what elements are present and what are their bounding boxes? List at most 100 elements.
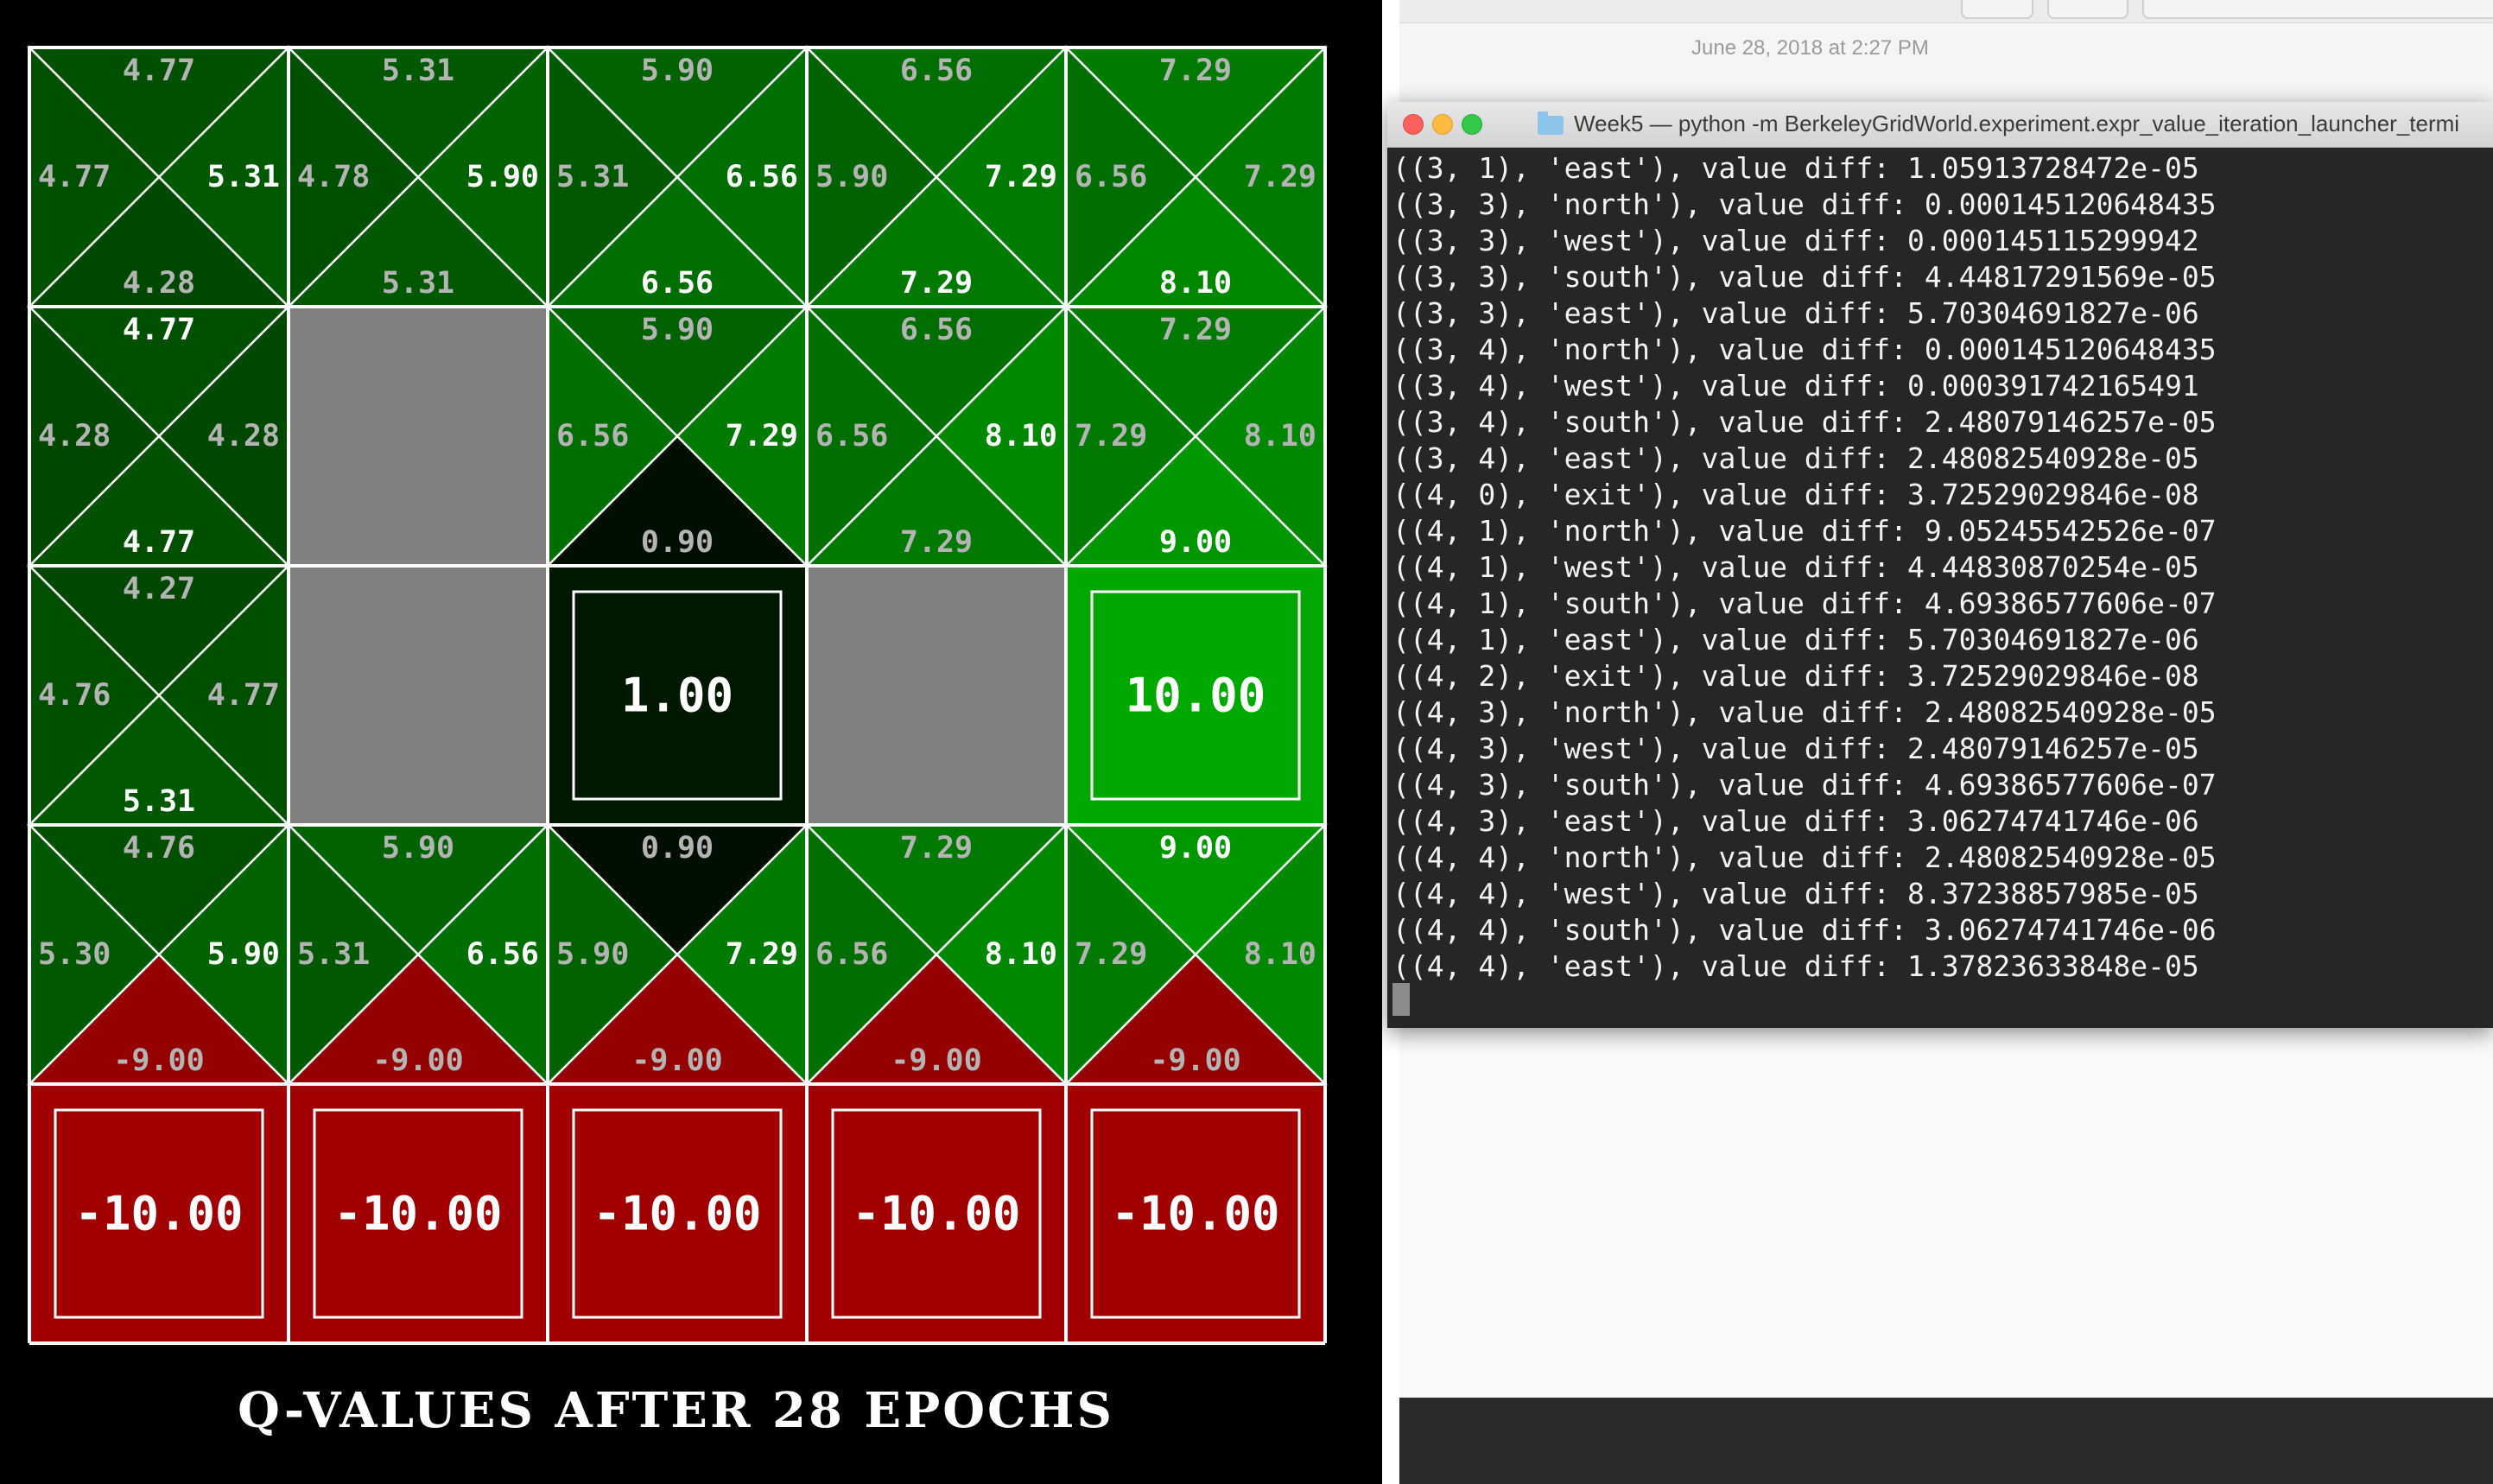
q-value-east: 4.28 bbox=[207, 419, 280, 453]
terminal-value: 10.00 bbox=[1126, 669, 1266, 723]
terminal-value: 1.00 bbox=[621, 669, 733, 723]
terminal-line: ((3, 3), 'south'), value diff: 4.4481729… bbox=[1392, 260, 2217, 294]
q-value-north: 5.31 bbox=[382, 54, 454, 88]
terminal-line: ((3, 3), 'west'), value diff: 0.00014511… bbox=[1392, 224, 2199, 257]
q-value-south: -9.00 bbox=[891, 1043, 981, 1078]
q-value-west: 7.29 bbox=[1075, 937, 1147, 972]
q-value-east: 4.77 bbox=[207, 678, 280, 713]
terminal-line: ((4, 4), 'west'), value diff: 8.37238857… bbox=[1392, 877, 2199, 910]
gridworld-panel: 4.77 5.31 4.28 4.77 5.31 5.90 5.31 4.78 5.90 6.56… bbox=[0, 0, 1382, 1484]
q-value-south: -9.00 bbox=[1150, 1043, 1240, 1078]
q-value-north: 7.29 bbox=[900, 831, 973, 866]
background-toolbar-button[interactable] bbox=[2142, 0, 2493, 19]
terminal-value: -10.00 bbox=[593, 1187, 761, 1241]
q-value-west: 5.31 bbox=[556, 160, 629, 194]
terminal-value: -10.00 bbox=[852, 1187, 1020, 1241]
q-value-south: -9.00 bbox=[372, 1043, 463, 1078]
terminal-line: ((4, 3), 'south'), value diff: 4.6938657… bbox=[1392, 768, 2217, 802]
terminal-value: -10.00 bbox=[333, 1187, 502, 1241]
terminal-cursor bbox=[1392, 983, 1410, 1016]
terminal-line: ((4, 4), 'east'), value diff: 1.37823633… bbox=[1392, 949, 2199, 983]
q-value-south: 5.31 bbox=[123, 784, 195, 819]
q-value-south: 7.29 bbox=[900, 525, 973, 560]
q-value-west: 6.56 bbox=[815, 937, 888, 972]
background-dark-bar bbox=[1399, 1398, 2493, 1484]
q-value-south: -9.00 bbox=[113, 1043, 204, 1078]
q-value-east: 5.90 bbox=[207, 937, 280, 972]
q-value-west: 4.76 bbox=[38, 678, 111, 713]
q-value-west: 5.30 bbox=[38, 937, 111, 972]
q-value-south: 4.28 bbox=[123, 266, 195, 301]
q-value-east: 7.29 bbox=[985, 160, 1057, 194]
q-value-north: 4.76 bbox=[123, 831, 195, 866]
q-value-east: 8.10 bbox=[1244, 419, 1316, 453]
terminal-line: ((4, 1), 'east'), value diff: 5.70304691… bbox=[1392, 623, 2199, 656]
minimize-window-button[interactable] bbox=[1432, 114, 1453, 135]
terminal-line: ((4, 3), 'north'), value diff: 2.4808254… bbox=[1392, 695, 2217, 729]
terminal-line: ((4, 0), 'exit'), value diff: 3.72529029… bbox=[1392, 478, 2199, 511]
q-value-grid: 4.77 5.31 4.28 4.77 5.31 5.90 5.31 4.78 5.90 6.56… bbox=[26, 44, 1329, 1345]
q-value-north: 5.90 bbox=[641, 54, 714, 88]
terminal-title: Week5 — python -m BerkeleyGridWorld.expe… bbox=[1574, 111, 2460, 136]
wall-cell bbox=[289, 307, 548, 566]
q-value-west: 5.90 bbox=[556, 937, 629, 972]
q-value-north: 6.56 bbox=[900, 54, 973, 88]
q-value-north: 4.27 bbox=[123, 572, 195, 606]
q-value-east: 8.10 bbox=[985, 937, 1057, 972]
q-value-east: 5.90 bbox=[466, 160, 539, 194]
terminal-line: ((4, 4), 'south'), value diff: 3.0627474… bbox=[1392, 913, 2217, 947]
terminal-value: -10.00 bbox=[1111, 1187, 1279, 1241]
folder-icon bbox=[1538, 111, 1564, 135]
q-value-north: 6.56 bbox=[900, 313, 973, 347]
q-value-north: 5.90 bbox=[641, 313, 714, 347]
terminal-line: ((4, 1), 'south'), value diff: 4.6938657… bbox=[1392, 587, 2217, 620]
terminal-window[interactable]: Week5 — python -m BerkeleyGridWorld.expe… bbox=[1387, 102, 2493, 1028]
q-value-west: 4.28 bbox=[38, 419, 111, 453]
terminal-line: ((4, 1), 'north'), value diff: 9.0524554… bbox=[1392, 514, 2217, 548]
q-value-west: 6.56 bbox=[1075, 160, 1147, 194]
terminal-value: -10.00 bbox=[74, 1187, 243, 1241]
q-value-east: 5.31 bbox=[207, 160, 280, 194]
q-value-west: 6.56 bbox=[815, 419, 888, 453]
terminal-line: ((3, 3), 'east'), value diff: 5.70304691… bbox=[1392, 296, 2199, 330]
background-toolbar bbox=[1399, 0, 2493, 23]
wall-cell bbox=[807, 566, 1066, 825]
zoom-window-button[interactable] bbox=[1462, 114, 1482, 135]
terminal-line: ((3, 4), 'south'), value diff: 2.4807914… bbox=[1392, 405, 2217, 439]
terminal-line: ((3, 4), 'north'), value diff: 0.0001451… bbox=[1392, 333, 2217, 366]
terminal-line: ((4, 4), 'north'), value diff: 2.4808254… bbox=[1392, 840, 2217, 874]
background-toolbar-button[interactable] bbox=[2047, 0, 2128, 19]
terminal-line: ((3, 4), 'west'), value diff: 0.00039174… bbox=[1392, 369, 2199, 403]
q-value-west: 5.90 bbox=[815, 160, 888, 194]
q-value-east: 7.29 bbox=[726, 937, 798, 972]
q-value-east: 6.56 bbox=[726, 160, 798, 194]
wall-cell bbox=[289, 566, 548, 825]
q-value-south: 4.77 bbox=[123, 525, 195, 560]
q-value-south: 7.29 bbox=[900, 266, 973, 301]
q-value-west: 4.78 bbox=[297, 160, 370, 194]
terminal-line: ((3, 3), 'north'), value diff: 0.0001451… bbox=[1392, 187, 2217, 221]
q-value-east: 7.29 bbox=[726, 419, 798, 453]
q-value-west: 4.77 bbox=[38, 160, 111, 194]
q-value-west: 7.29 bbox=[1075, 419, 1147, 453]
terminal-line: ((3, 1), 'east'), value diff: 1.05913728… bbox=[1392, 151, 2199, 185]
q-value-north: 5.90 bbox=[382, 831, 454, 866]
grid-caption: Q-VALUES AFTER 28 EPOCHS bbox=[238, 1382, 1114, 1439]
close-window-button[interactable] bbox=[1403, 114, 1424, 135]
terminal-titlebar[interactable]: Week5 — python -m BerkeleyGridWorld.expe… bbox=[1387, 102, 2493, 148]
terminal-output[interactable]: ((3, 1), 'east'), value diff: 1.05913728… bbox=[1392, 150, 2490, 985]
q-value-west: 6.56 bbox=[556, 419, 629, 453]
q-value-east: 8.10 bbox=[985, 419, 1057, 453]
terminal-line: ((4, 3), 'west'), value diff: 2.48079146… bbox=[1392, 732, 2199, 765]
background-document bbox=[1399, 1028, 2493, 1399]
q-value-west: 5.31 bbox=[297, 937, 370, 972]
q-value-south: 9.00 bbox=[1159, 525, 1232, 560]
terminal-line: ((4, 3), 'east'), value diff: 3.06274741… bbox=[1392, 804, 2199, 838]
background-toolbar-button[interactable] bbox=[1961, 0, 2033, 19]
q-value-south: 0.90 bbox=[641, 525, 714, 560]
q-value-north: 9.00 bbox=[1159, 831, 1232, 866]
q-value-north: 0.90 bbox=[641, 831, 714, 866]
q-value-north: 4.77 bbox=[123, 54, 195, 88]
q-value-south: 8.10 bbox=[1159, 266, 1232, 301]
terminal-line: ((4, 2), 'exit'), value diff: 3.72529029… bbox=[1392, 659, 2199, 693]
